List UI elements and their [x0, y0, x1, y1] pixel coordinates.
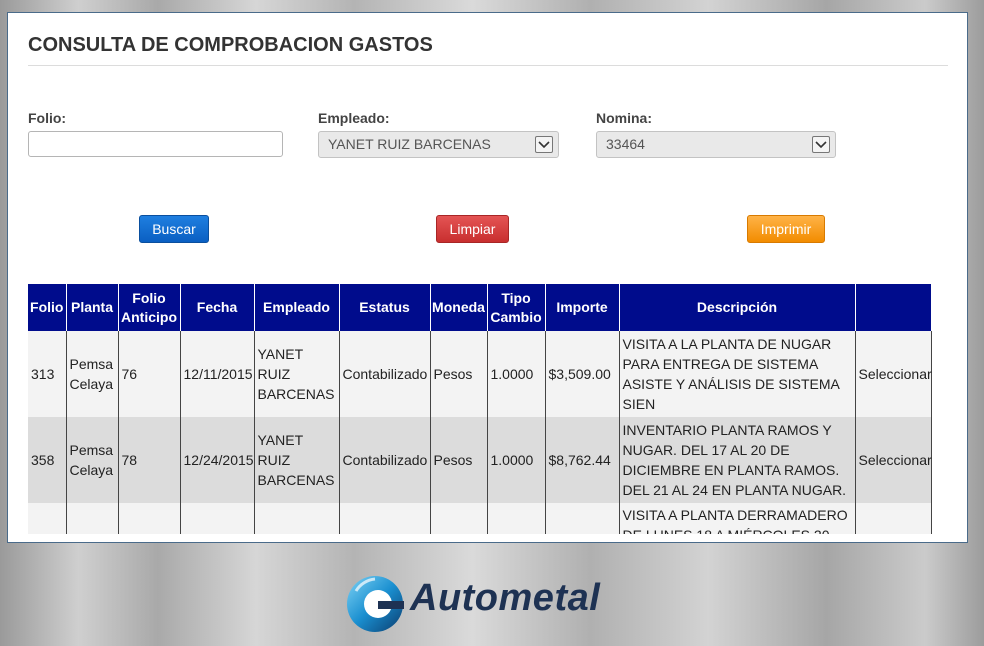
header-estatus[interactable]: Estatus	[339, 284, 431, 331]
header-folio[interactable]: Folio	[28, 284, 67, 331]
title-divider	[28, 65, 948, 66]
cell-importe: $3,509.00	[545, 331, 620, 417]
cell-folio-anticipo: 76	[118, 331, 181, 417]
logo-text: Autometal	[410, 577, 601, 619]
empleado-label: Empleado:	[318, 110, 390, 126]
cell-moneda	[430, 503, 488, 534]
folio-label: Folio:	[28, 110, 67, 126]
table-row[interactable]: VISITA A PLANTA DERRAMADERO DE LUNES 18 …	[28, 503, 932, 534]
nomina-select[interactable]: 33464	[596, 131, 836, 158]
header-empleado[interactable]: Empleado	[254, 284, 340, 331]
results-table: Folio Planta Folio Anticipo Fecha Emplea…	[28, 284, 932, 534]
select-link[interactable]: Seleccionar	[855, 417, 932, 503]
cell-empleado	[254, 503, 340, 534]
cell-folio-anticipo: 78	[118, 417, 181, 503]
autometal-logo: Autometal	[344, 573, 634, 635]
cell-descripcion: VISITA A PLANTA DERRAMADERO DE LUNES 18 …	[619, 503, 856, 534]
cell-importe: $8,762.44	[545, 417, 620, 503]
chevron-down-icon[interactable]	[812, 136, 830, 153]
cell-planta	[66, 503, 119, 534]
table-row[interactable]: 313 Pemsa Celaya 76 12/11/2015 YANET RUI…	[28, 331, 932, 417]
cell-fecha	[180, 503, 255, 534]
cell-tipo-cambio: 1.0000	[487, 417, 546, 503]
header-tipo-cambio[interactable]: Tipo Cambio	[487, 284, 546, 331]
cell-folio: 313	[28, 331, 67, 417]
cell-moneda: Pesos	[430, 331, 488, 417]
limpiar-button[interactable]: Limpiar	[436, 215, 509, 243]
cell-planta: Pemsa Celaya	[66, 417, 119, 503]
cell-empleado: YANET RUIZ BARCENAS	[254, 331, 340, 417]
select-link[interactable]	[855, 503, 932, 534]
table-header-row: Folio Planta Folio Anticipo Fecha Emplea…	[28, 284, 932, 331]
page-title: CONSULTA DE COMPROBACION GASTOS	[28, 34, 433, 56]
cell-empleado: YANET RUIZ BARCENAS	[254, 417, 340, 503]
cell-importe	[545, 503, 620, 534]
cell-folio: 358	[28, 417, 67, 503]
header-planta[interactable]: Planta	[66, 284, 119, 331]
cell-estatus	[339, 503, 431, 534]
cell-planta: Pemsa Celaya	[66, 331, 119, 417]
cell-fecha: 12/11/2015	[180, 331, 255, 417]
results-grid: Folio Planta Folio Anticipo Fecha Emplea…	[28, 284, 948, 534]
buscar-button[interactable]: Buscar	[139, 215, 209, 243]
header-importe[interactable]: Importe	[545, 284, 620, 331]
cell-descripcion: VISITA A LA PLANTA DE NUGAR PARA ENTREGA…	[619, 331, 856, 417]
table-row[interactable]: 358 Pemsa Celaya 78 12/24/2015 YANET RUI…	[28, 417, 932, 503]
cell-estatus: Contabilizado	[339, 331, 431, 417]
cell-folio-anticipo	[118, 503, 181, 534]
chevron-down-icon[interactable]	[535, 136, 553, 153]
imprimir-button[interactable]: Imprimir	[747, 215, 825, 243]
cell-tipo-cambio: 1.0000	[487, 331, 546, 417]
header-descripcion[interactable]: Descripción	[619, 284, 856, 331]
empleado-value: YANET RUIZ BARCENAS	[328, 136, 491, 152]
header-fecha[interactable]: Fecha	[180, 284, 255, 331]
empleado-select[interactable]: YANET RUIZ BARCENAS	[318, 131, 559, 158]
header-accion	[855, 284, 932, 331]
header-folio-anticipo[interactable]: Folio Anticipo	[118, 284, 181, 331]
nomina-value: 33464	[606, 136, 645, 152]
cell-estatus: Contabilizado	[339, 417, 431, 503]
main-panel: CONSULTA DE COMPROBACION GASTOS Folio: E…	[7, 12, 968, 543]
cell-folio	[28, 503, 67, 534]
cell-fecha: 12/24/2015	[180, 417, 255, 503]
cell-tipo-cambio	[487, 503, 546, 534]
select-link[interactable]: Seleccionar	[855, 331, 932, 417]
header-moneda[interactable]: Moneda	[430, 284, 488, 331]
logo-mark-icon	[347, 576, 404, 632]
cell-descripcion: INVENTARIO PLANTA RAMOS Y NUGAR. DEL 17 …	[619, 417, 856, 503]
nomina-label: Nomina:	[596, 110, 652, 126]
folio-input[interactable]	[28, 131, 283, 157]
cell-moneda: Pesos	[430, 417, 488, 503]
